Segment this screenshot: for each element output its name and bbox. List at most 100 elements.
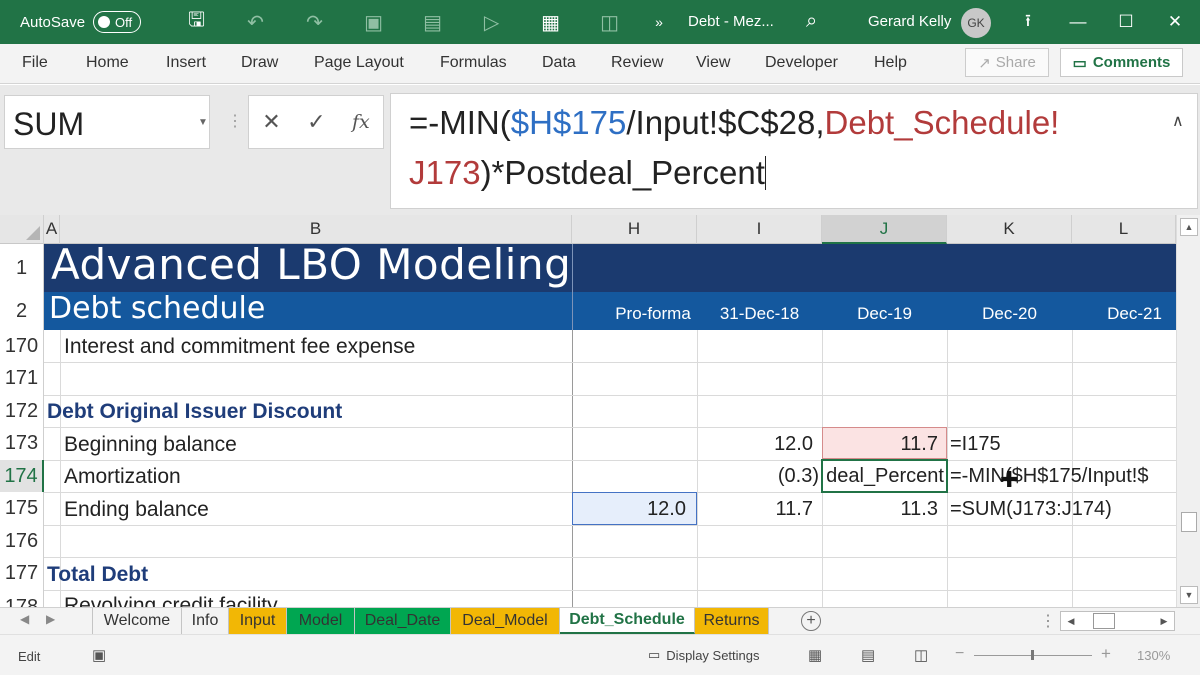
formula-input[interactable]: =-MIN($H$175/Input!$C$28,Debt_Schedule! … bbox=[390, 93, 1198, 209]
row-header-177[interactable]: 177 bbox=[0, 557, 44, 590]
sheet-tab-deal-model[interactable]: Deal_Model bbox=[451, 608, 560, 634]
name-box[interactable]: SUM bbox=[4, 95, 210, 149]
redo-icon[interactable]: ↷ bbox=[285, 0, 344, 44]
share-button[interactable]: ↗ Share bbox=[965, 48, 1049, 77]
add-sheet-icon[interactable]: + bbox=[801, 611, 821, 631]
vertical-scrollbar[interactable]: ▲ ▼ bbox=[1176, 215, 1200, 607]
cancel-icon[interactable]: ✕ bbox=[262, 109, 280, 135]
page-break-view-icon[interactable]: ◫ bbox=[914, 646, 928, 664]
row-header-172[interactable]: 172 bbox=[0, 395, 44, 427]
sheet-tab-info[interactable]: Info bbox=[182, 608, 229, 634]
tab-home[interactable]: Home bbox=[86, 54, 129, 72]
splitter-handle[interactable]: ⋮ bbox=[227, 111, 243, 131]
zoom-in-icon[interactable]: + bbox=[1101, 644, 1111, 664]
display-settings-button[interactable]: ▭ Display Settings bbox=[648, 647, 760, 663]
tab-file[interactable]: File bbox=[22, 54, 48, 72]
cell-i175[interactable]: 11.7 bbox=[697, 498, 813, 521]
sheet-tab-deal-date[interactable]: Deal_Date bbox=[355, 608, 451, 634]
enter-icon[interactable]: ✓ bbox=[307, 109, 325, 135]
horizontal-scroll-thumb[interactable] bbox=[1093, 613, 1115, 629]
cell-j175[interactable]: 11.3 bbox=[822, 498, 938, 521]
column-header-i[interactable]: I bbox=[697, 215, 822, 244]
tab-scroll-right-icon[interactable]: ▶ bbox=[46, 612, 55, 626]
maximize-icon[interactable]: ☐ bbox=[1103, 0, 1149, 44]
user-name[interactable]: Gerard Kelly bbox=[868, 13, 951, 30]
column-header-j[interactable]: J bbox=[822, 215, 947, 244]
cell-i174[interactable]: (0.3) bbox=[697, 465, 819, 488]
row-header-178[interactable]: 178 bbox=[0, 590, 44, 607]
screen-capture-icon[interactable]: ▤ bbox=[403, 0, 462, 44]
page-layout-view-icon[interactable]: ▤ bbox=[861, 646, 875, 664]
tab-scroll-left-icon[interactable]: ◀ bbox=[20, 612, 29, 626]
insert-function-icon[interactable]: fx bbox=[352, 111, 370, 133]
tab-review[interactable]: Review bbox=[611, 54, 663, 72]
row-header-176[interactable]: 176 bbox=[0, 525, 44, 557]
sheet-tab-input[interactable]: Input bbox=[229, 608, 287, 634]
zoom-slider-knob[interactable] bbox=[1031, 650, 1034, 660]
accessibility-icon[interactable]: ▣ bbox=[92, 646, 106, 664]
row-header-175[interactable]: 175 bbox=[0, 492, 44, 525]
calculator-icon[interactable]: ▦ bbox=[521, 0, 580, 44]
splitter-handle[interactable]: ⋮ bbox=[1040, 611, 1056, 631]
active-cell-j174[interactable]: deal_Percent bbox=[821, 459, 948, 493]
cell-i173[interactable]: 12.0 bbox=[697, 433, 813, 456]
row-header-1[interactable]: 1 bbox=[0, 244, 44, 292]
tab-formulas[interactable]: Formulas bbox=[440, 54, 507, 72]
row-header-2[interactable]: 2 bbox=[0, 292, 44, 330]
scroll-right-icon[interactable]: ▶ bbox=[1154, 612, 1174, 630]
tab-draw[interactable]: Draw bbox=[241, 54, 278, 72]
tab-page-layout[interactable]: Page Layout bbox=[314, 54, 404, 72]
cell-k175[interactable]: =SUM(J173:J174) bbox=[950, 498, 1112, 521]
sheet-tab-welcome[interactable]: Welcome bbox=[92, 608, 182, 634]
overflow-icon[interactable]: » bbox=[639, 0, 679, 44]
worksheet-grid[interactable]: A B H I J K L 1 2 170 171 172 173 174 17… bbox=[0, 215, 1176, 607]
search-icon[interactable]: ⌕ bbox=[806, 10, 817, 33]
avatar[interactable]: GK bbox=[961, 8, 991, 38]
sheet-tab-debt-schedule[interactable]: Debt_Schedule bbox=[560, 608, 695, 634]
comments-button[interactable]: ▭ Comments bbox=[1060, 48, 1183, 77]
zoom-level[interactable]: 130% bbox=[1137, 648, 1170, 663]
freeze-panes-icon[interactable]: ◫ bbox=[580, 0, 639, 44]
save-icon[interactable]: 🖫 bbox=[167, 0, 226, 44]
row-label-175[interactable]: Ending balance bbox=[64, 498, 209, 522]
scroll-left-icon[interactable]: ◀ bbox=[1061, 612, 1081, 630]
row-label-178[interactable]: Revolving credit facility bbox=[64, 594, 278, 607]
row-header-171[interactable]: 171 bbox=[0, 362, 44, 395]
horizontal-scrollbar[interactable]: ◀ ▶ bbox=[1060, 611, 1175, 631]
row-label-170[interactable]: Interest and commitment fee expense bbox=[64, 335, 415, 359]
autosave-control[interactable]: AutoSave Off bbox=[20, 11, 142, 33]
tab-view[interactable]: View bbox=[696, 54, 730, 72]
column-header-h[interactable]: H bbox=[572, 215, 697, 244]
autosave-toggle[interactable]: Off bbox=[93, 11, 142, 33]
minimize-icon[interactable]: — bbox=[1055, 0, 1101, 44]
chevron-down-icon[interactable]: ▼ bbox=[198, 117, 208, 128]
sheet-tab-model[interactable]: Model bbox=[287, 608, 355, 634]
row-header-174[interactable]: 174 bbox=[0, 460, 44, 492]
row-header-173[interactable]: 173 bbox=[0, 427, 44, 460]
row-label-172[interactable]: Debt Original Issuer Discount bbox=[47, 400, 342, 424]
column-header-l[interactable]: L bbox=[1072, 215, 1176, 244]
cell-k174[interactable]: =-MIN($H$175/Input!$ bbox=[950, 465, 1148, 488]
zoom-out-icon[interactable]: − bbox=[955, 645, 964, 663]
close-icon[interactable]: ✕ bbox=[1152, 0, 1198, 44]
collapse-formula-bar-icon[interactable]: ∧ bbox=[1172, 111, 1184, 131]
row-label-174[interactable]: Amortization bbox=[64, 465, 181, 489]
present-icon[interactable]: ▷ bbox=[462, 0, 521, 44]
ribbon-display-icon[interactable]: ⭱ bbox=[1005, 0, 1051, 44]
tab-help[interactable]: Help bbox=[874, 54, 907, 72]
normal-view-icon[interactable]: ▦ bbox=[808, 646, 822, 664]
tab-insert[interactable]: Insert bbox=[166, 54, 206, 72]
scroll-up-icon[interactable]: ▲ bbox=[1180, 218, 1198, 236]
row-header-170[interactable]: 170 bbox=[0, 330, 44, 362]
undo-icon[interactable]: ↶ bbox=[226, 0, 285, 44]
scroll-thumb[interactable] bbox=[1181, 512, 1197, 532]
select-all-corner[interactable] bbox=[0, 215, 44, 244]
tab-developer[interactable]: Developer bbox=[765, 54, 838, 72]
row-label-173[interactable]: Beginning balance bbox=[64, 433, 237, 457]
column-header-k[interactable]: K bbox=[947, 215, 1072, 244]
tab-data[interactable]: Data bbox=[542, 54, 576, 72]
scroll-down-icon[interactable]: ▼ bbox=[1180, 586, 1198, 604]
sheet-tab-returns[interactable]: Returns bbox=[695, 608, 769, 634]
cell-k173[interactable]: =I175 bbox=[950, 433, 1001, 456]
camera-icon[interactable]: ▣ bbox=[344, 0, 403, 44]
